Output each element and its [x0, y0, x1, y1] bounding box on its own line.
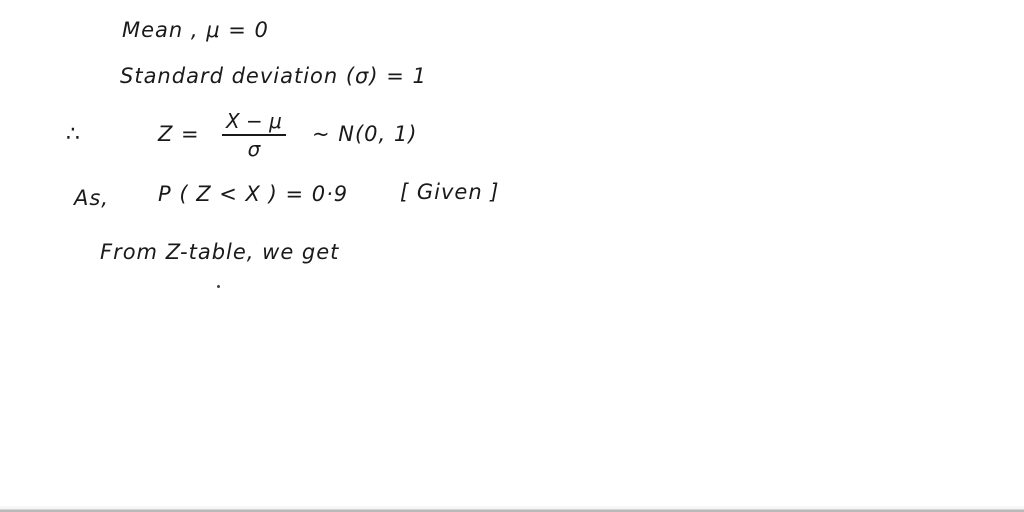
given-note: [ Given ] [400, 180, 500, 204]
stray-dot [217, 285, 220, 288]
probability-statement: P ( Z < X ) = 0·9 [158, 182, 349, 206]
therefore-icon: ∴ [66, 122, 81, 147]
z-score-fraction: X − μ σ [222, 108, 286, 162]
as-label: As, [74, 186, 109, 210]
bottom-border [0, 506, 1024, 512]
normal-distribution: ~ N(0, 1) [312, 122, 418, 146]
z-equals: Z = [158, 122, 200, 146]
fraction-denominator: σ [247, 137, 261, 161]
z-table-statement: From Z-table, we get [100, 240, 340, 264]
standard-deviation-statement: Standard deviation (σ) = 1 [120, 64, 427, 88]
fraction-numerator: X − μ [222, 108, 286, 136]
mean-statement: Mean , μ = 0 [122, 18, 269, 42]
